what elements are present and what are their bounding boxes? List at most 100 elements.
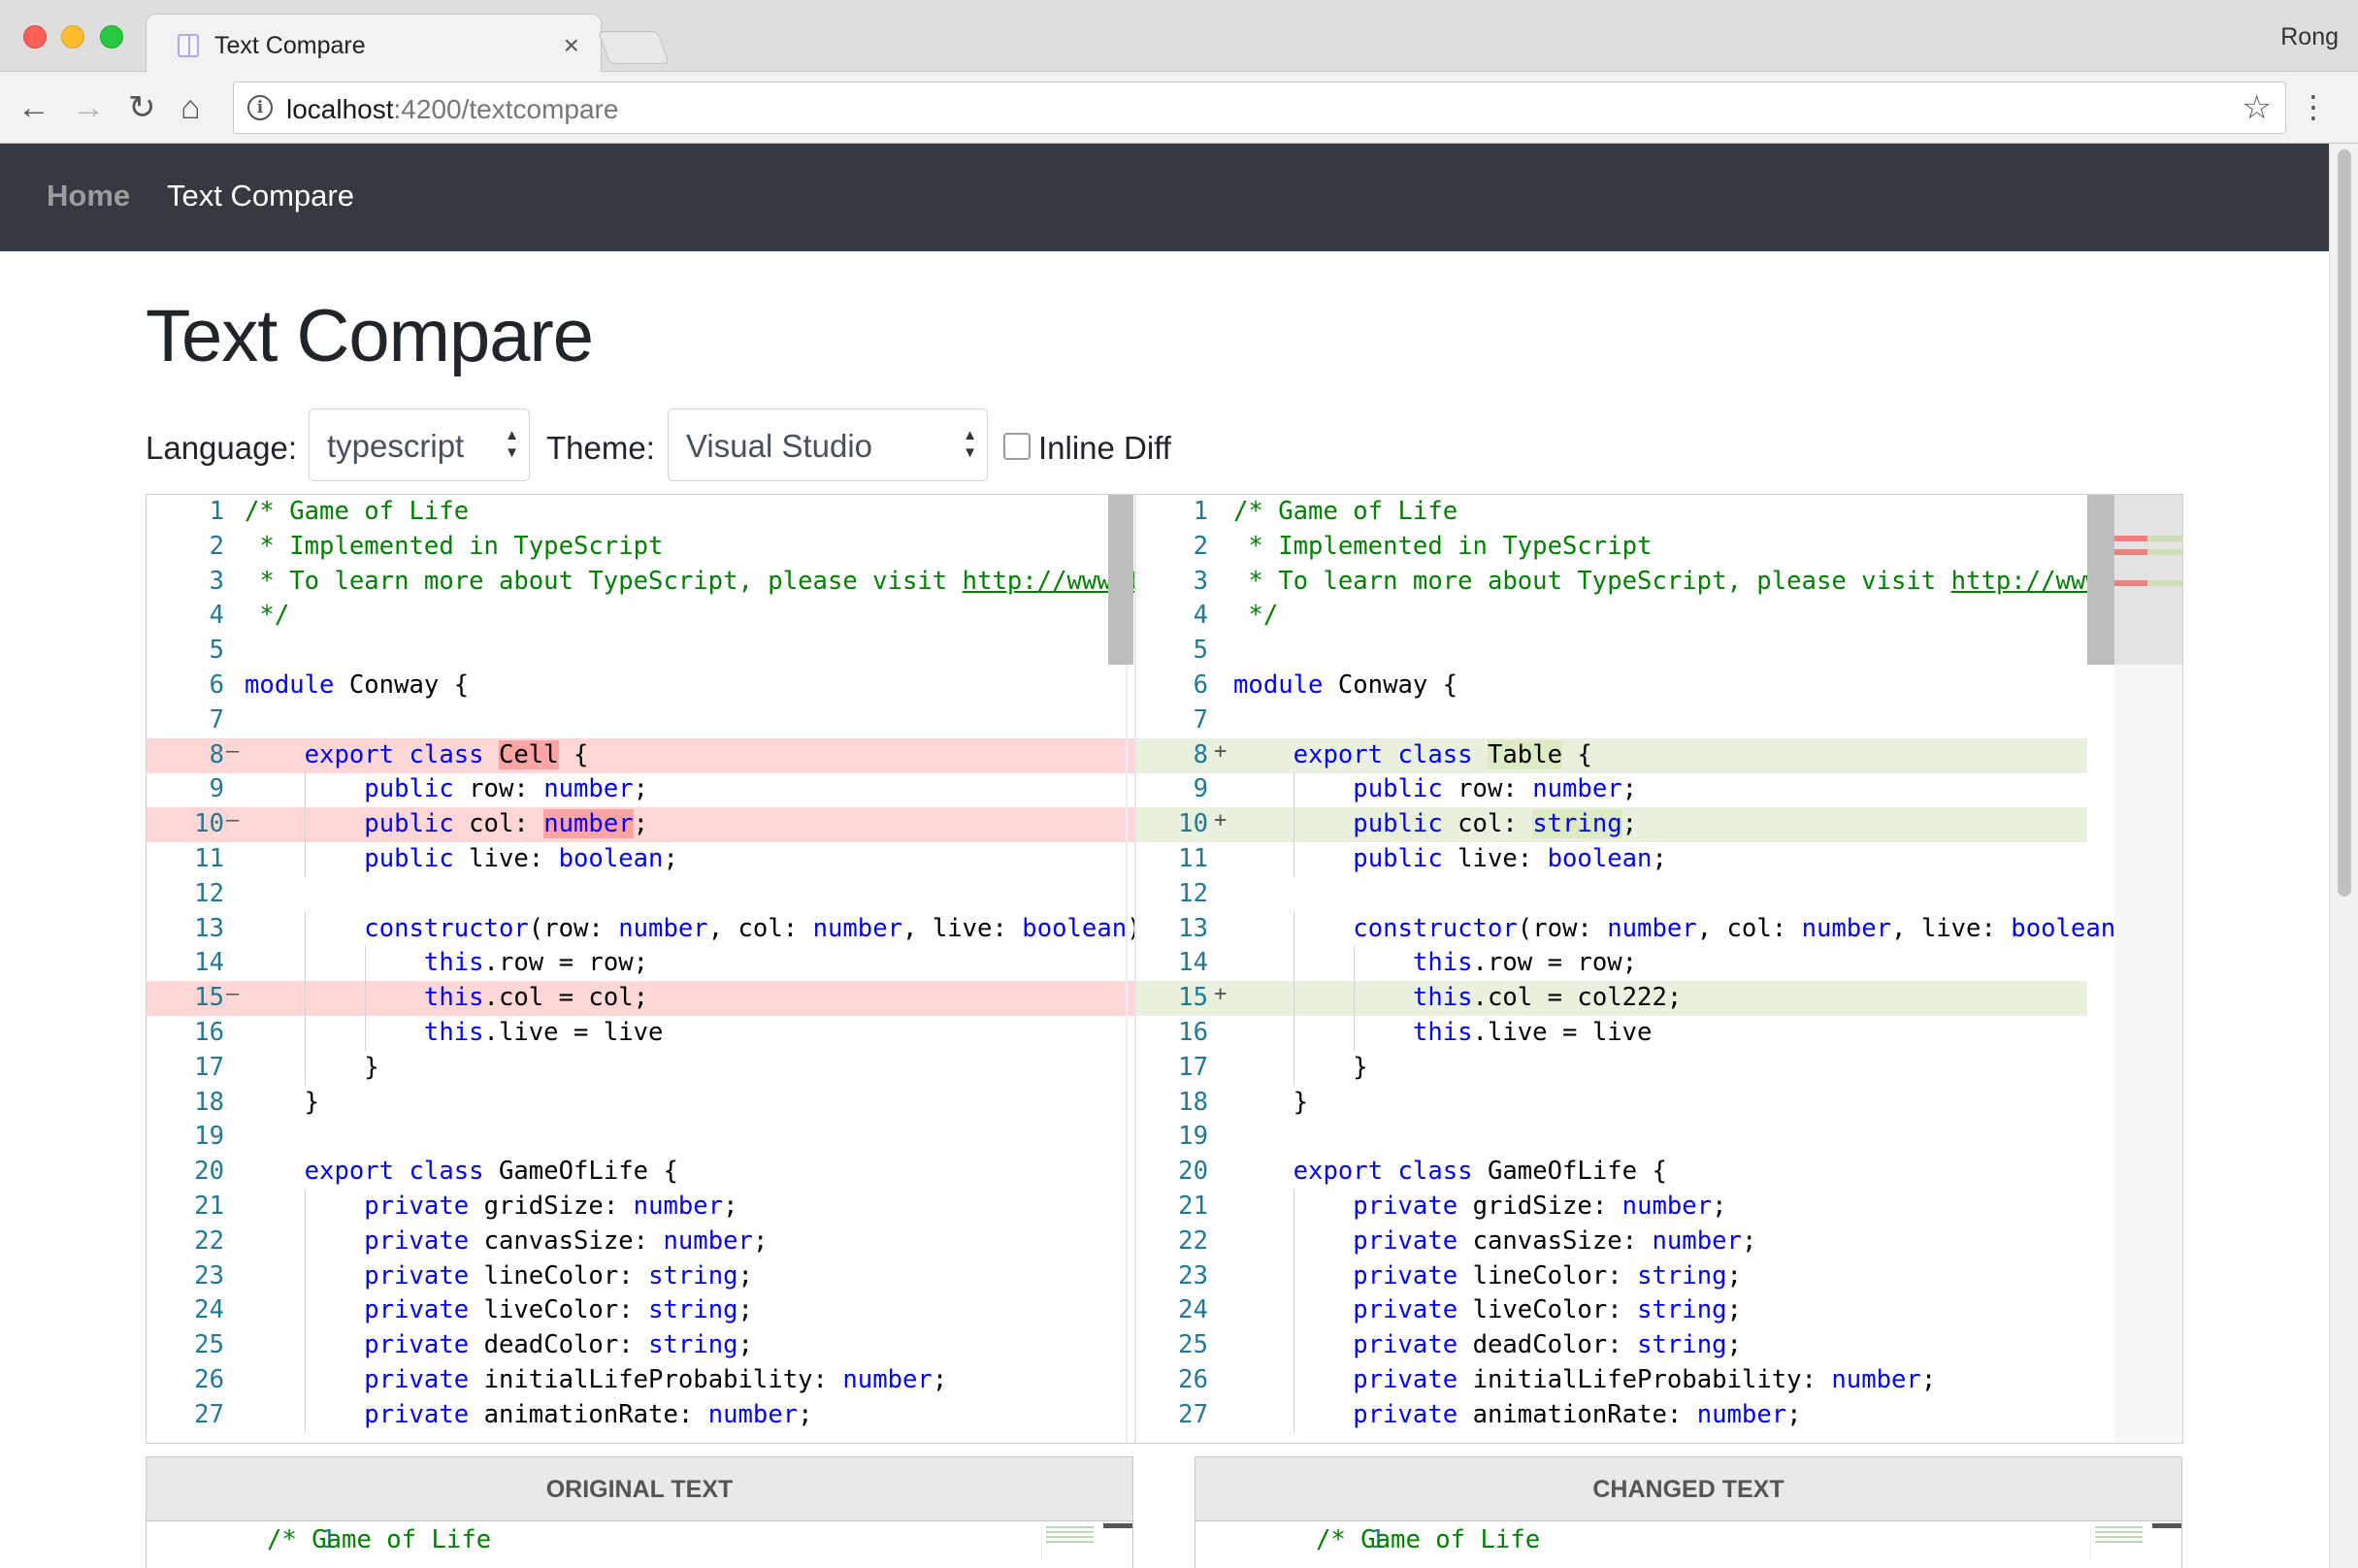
code-line[interactable]: 12	[147, 877, 1134, 912]
code-line[interactable]: 11 public live: boolean;	[147, 842, 1134, 877]
code-line[interactable]: 19	[147, 1120, 1134, 1155]
info-icon[interactable]: i	[247, 95, 273, 120]
code-line[interactable]: 14 this.row = row;	[1136, 946, 2182, 982]
code-line[interactable]: 11 public live: boolean;	[1136, 842, 2182, 877]
window-minimize-button[interactable]	[61, 25, 84, 49]
code-line[interactable]: 25 private deadColor: string;	[147, 1328, 1134, 1364]
code-line[interactable]: 7	[1136, 703, 2182, 738]
code-line[interactable]: 9 public row: number;	[147, 772, 1134, 808]
code-line[interactable]: 17 }	[147, 1050, 1134, 1086]
code-line[interactable]: 1 /* Game of Life	[147, 495, 1134, 530]
inserted-line[interactable]: 8 + export class Table {	[1136, 737, 2087, 773]
code-line[interactable]: 16 this.live = live	[147, 1016, 1134, 1051]
code-token: this	[1412, 1018, 1473, 1047]
minimap-scrollbar[interactable]	[1103, 1523, 1132, 1528]
kebab-menu-icon[interactable]: ⋮	[2298, 87, 2329, 126]
star-icon[interactable]: ☆	[2243, 88, 2272, 127]
diff-editor[interactable]: 1 /* Game of Life 2 * Implemented in TypeS…	[146, 494, 2183, 1444]
deleted-line[interactable]: 8– export class Cell {	[147, 737, 1134, 773]
code-line[interactable]: 2 * Implemented in TypeScript	[147, 530, 1134, 565]
code-line[interactable]: 5	[1136, 634, 2182, 669]
code-line[interactable]: 20 export class GameOfLife {	[147, 1155, 1134, 1190]
window-maximize-button[interactable]	[100, 25, 123, 49]
code-line[interactable]: 4 */	[1136, 599, 2182, 634]
code-line[interactable]: 25 private deadColor: string;	[1136, 1328, 2182, 1364]
deleted-line[interactable]: 10– public col: number;	[147, 807, 1134, 843]
reload-icon[interactable]: ↻	[128, 89, 156, 126]
code-line[interactable]: 24 private liveColor: string;	[147, 1293, 1134, 1329]
window-close-button[interactable]	[23, 25, 47, 49]
profile-name[interactable]: Rong	[2280, 23, 2339, 51]
code-line[interactable]: 3 * To learn more about TypeScript, plea…	[147, 565, 1134, 600]
original-text-line[interactable]: 1 /* Game of Life	[147, 1521, 1132, 1560]
minimap[interactable]	[2090, 1523, 2146, 1562]
code-line[interactable]: 12	[1136, 877, 2182, 912]
inline-diff-label[interactable]: Inline Diff	[1038, 430, 1171, 467]
code-line[interactable]: 21 private gridSize: number;	[147, 1190, 1134, 1225]
code-line[interactable]: 13 constructor(row: number, col: number,…	[147, 911, 1134, 947]
code-token: ;	[723, 1192, 738, 1221]
code-line[interactable]: 22 private canvasSize: number;	[147, 1224, 1134, 1259]
browser-tab[interactable]: Text Compare ×	[146, 14, 602, 73]
code-line[interactable]: 6 module Conway {	[147, 669, 1134, 703]
code-line[interactable]: 20 export class GameOfLife {	[1136, 1155, 2182, 1190]
minimap-scrollbar[interactable]	[2152, 1523, 2181, 1528]
code-text: }	[245, 1053, 378, 1082]
code-line[interactable]: 7	[147, 703, 1134, 738]
code-line[interactable]: 4 */	[147, 599, 1134, 634]
original-scrollbar[interactable]	[1108, 495, 1133, 665]
minimap[interactable]	[1041, 1523, 1097, 1562]
code-line[interactable]: 18 }	[147, 1086, 1134, 1121]
address-bar[interactable]: i localhost:4200/textcompare ☆	[233, 82, 2286, 134]
code-line[interactable]: 19	[1136, 1120, 2182, 1155]
modified-pane[interactable]: 1 /* Game of Life 2 * Implemented in TypeS…	[1134, 495, 2182, 1443]
nav-text-compare-link[interactable]: Text Compare	[167, 179, 354, 213]
new-tab-button[interactable]	[597, 31, 671, 64]
code-token: {	[1562, 739, 1592, 769]
code-line[interactable]: 21 private gridSize: number;	[1136, 1190, 2182, 1225]
inserted-line[interactable]: 15 + this.col = col222;	[1136, 981, 2087, 1017]
code-line[interactable]: 5	[147, 634, 1134, 669]
back-arrow-icon[interactable]: ←	[17, 89, 50, 126]
code-line[interactable]: 24 private liveColor: string;	[1136, 1293, 2182, 1329]
code-token: animationRate:	[1457, 1399, 1697, 1429]
code-line[interactable]: 16 this.live = live	[1136, 1016, 2182, 1051]
code-line[interactable]: 26 private initialLifeProbability: numbe…	[147, 1363, 1134, 1398]
code-line[interactable]: 2 * Implemented in TypeScript	[1136, 530, 2182, 565]
inserted-line[interactable]: 10 + public col: string;	[1136, 807, 2087, 843]
code-line[interactable]: 3 * To learn more about TypeScript, plea…	[1136, 565, 2182, 600]
code-token: public	[1353, 844, 1443, 873]
code-line[interactable]: 23 private lineColor: string;	[147, 1258, 1134, 1294]
page-scrollbar-thumb[interactable]	[2338, 149, 2351, 897]
close-icon[interactable]: ×	[564, 30, 579, 61]
code-line[interactable]: 1 /* Game of Life	[1136, 495, 2182, 530]
code-line[interactable]: 27 private animationRate: number;	[1136, 1397, 2182, 1433]
inline-diff-checkbox[interactable]	[1003, 433, 1031, 460]
code-line[interactable]: 9 public row: number;	[1136, 772, 2182, 808]
language-select[interactable]: typescript ▲ ▼	[309, 408, 530, 481]
code-line[interactable]: 14 this.row = row;	[147, 946, 1134, 982]
theme-select[interactable]: Visual Studio ▲ ▼	[668, 408, 988, 481]
code-line[interactable]: 17 }	[1136, 1050, 2182, 1086]
page-scrollbar[interactable]	[2329, 144, 2358, 1568]
code-line[interactable]: 26 private initialLifeProbability: numbe…	[1136, 1363, 2182, 1398]
home-icon[interactable]: ⌂	[180, 89, 201, 126]
url-text[interactable]: localhost:4200/textcompare	[286, 94, 618, 125]
changed-text-line[interactable]: 1 /* Game of Life	[1195, 1521, 2181, 1560]
code-line[interactable]: 6 module Conway {	[1136, 669, 2182, 703]
code-line[interactable]: 27 private animationRate: number;	[147, 1397, 1134, 1433]
code-token: private	[364, 1330, 470, 1360]
code-line[interactable]: 18 }	[1136, 1086, 2182, 1121]
nav-home-link[interactable]: Home	[47, 179, 130, 213]
code-line[interactable]: 13 constructor(row: number, col: number,…	[1136, 911, 2182, 947]
modified-scrollbar[interactable]	[2087, 495, 2114, 665]
code-line[interactable]: 22 private canvasSize: number;	[1136, 1224, 2182, 1259]
deleted-line[interactable]: 15– this.col = col;	[147, 981, 1134, 1017]
code-token: ;	[737, 1295, 753, 1325]
original-pane[interactable]: 1 /* Game of Life 2 * Implemented in TypeS…	[147, 495, 1134, 1443]
diff-overview-ruler[interactable]	[2114, 495, 2182, 1443]
forward-arrow-icon[interactable]: →	[72, 89, 105, 126]
code-line[interactable]: 23 private lineColor: string;	[1136, 1258, 2182, 1294]
line-number: 10	[1178, 809, 1208, 839]
